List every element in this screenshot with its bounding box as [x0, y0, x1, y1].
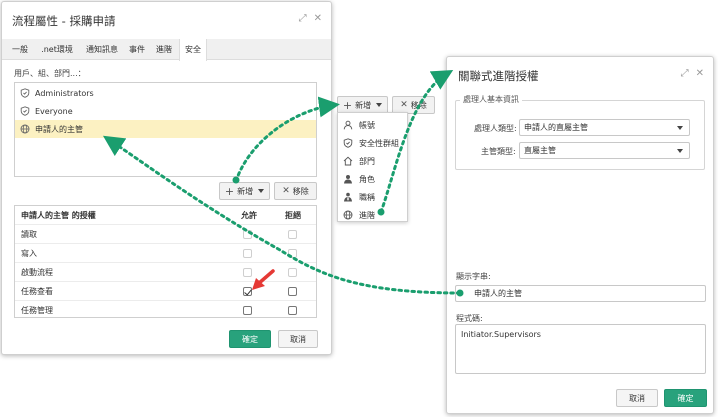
list-item[interactable]: Administrators: [15, 84, 316, 102]
globe-icon: [19, 124, 30, 135]
chevron-down-icon: [258, 189, 265, 193]
allow-checkbox[interactable]: [243, 248, 252, 258]
ok-button[interactable]: 確定: [664, 389, 707, 407]
users-label: 用戶、組、部門...：: [14, 69, 86, 78]
cancel-button[interactable]: 取消: [616, 389, 658, 407]
ok-button[interactable]: 確定: [229, 330, 271, 348]
perm-header-deny: 拒絕: [285, 210, 301, 220]
table-row: 讀取: [15, 225, 316, 244]
manager-type-label: 主管類型:: [481, 147, 516, 156]
person-icon: [343, 120, 353, 130]
add-dropdown-menu: 帳號 安全性群組 部門 角色 職稱 進階: [337, 112, 408, 222]
maximize-icon[interactable]: ⤢: [681, 69, 689, 79]
user-name: Everyone: [35, 106, 73, 116]
code-label: 程式碼:: [456, 314, 483, 323]
tab-dotnet[interactable]: .net環境: [36, 39, 78, 60]
menu-item-job-title[interactable]: 職稱: [338, 188, 407, 206]
dialog-title: 關聯式進階授權: [458, 69, 539, 83]
tab-general[interactable]: 一般: [8, 39, 32, 60]
close-icon[interactable]: ✕: [696, 69, 704, 79]
allow-checkbox[interactable]: [243, 286, 252, 296]
perm-header-allow: 允許: [241, 210, 257, 220]
maximize-icon[interactable]: ⤢: [299, 14, 307, 24]
table-row: 任務管理: [15, 301, 316, 320]
handler-type-select[interactable]: 申請人的直屬主管: [519, 119, 690, 136]
dialog-title: 流程屬性 - 採購申請: [12, 14, 116, 28]
list-item[interactable]: Everyone: [15, 102, 316, 120]
section-legend: 處理人基本資訊: [460, 94, 522, 105]
title-icon: [343, 192, 353, 202]
window-controls: ⤢ ✕: [299, 14, 322, 24]
allow-checkbox[interactable]: [243, 306, 252, 315]
menu-item-account[interactable]: 帳號: [338, 116, 407, 134]
code-textarea[interactable]: Initiator.Supervisors: [455, 324, 706, 374]
window-controls: ⤢ ✕: [681, 69, 704, 79]
globe-icon: [343, 210, 353, 220]
display-string-input[interactable]: 申請人的主管: [455, 285, 706, 302]
user-name: Administrators: [35, 88, 94, 98]
table-header: 申請人的主管 的授權 允許 拒絕: [15, 206, 316, 225]
plus-icon: +: [224, 184, 235, 198]
close-icon[interactable]: ✕: [314, 14, 322, 24]
close-icon: ✕: [282, 185, 290, 196]
tab-events[interactable]: 事件: [126, 39, 148, 60]
chevron-down-icon: [677, 126, 683, 130]
permission-table: 申請人的主管 的授權 允許 拒絕 讀取 寫入 啟動流程 任務查看 任務管理: [14, 205, 317, 318]
close-icon: ✕: [400, 99, 408, 110]
chevron-down-icon: [677, 149, 683, 153]
allow-checkbox[interactable]: [243, 267, 252, 277]
handler-type-label: 處理人類型:: [474, 124, 517, 133]
tab-bar: 一般 .net環境 通知訊息 事件 進階 安全: [2, 39, 331, 61]
tab-security[interactable]: 安全: [179, 39, 207, 61]
role-icon: [343, 174, 353, 184]
deny-checkbox[interactable]: [288, 286, 297, 296]
menu-item-department[interactable]: 部門: [338, 152, 407, 170]
user-list[interactable]: Administrators Everyone 申請人的主管: [14, 82, 317, 177]
cancel-button[interactable]: 取消: [278, 330, 318, 348]
home-icon: [343, 156, 353, 166]
chevron-down-icon: [376, 103, 383, 107]
allow-checkbox[interactable]: [243, 229, 252, 239]
perm-header-name: 申請人的主管 的授權: [21, 210, 96, 220]
manager-type-select[interactable]: 直屬主管: [519, 142, 690, 159]
menu-item-advanced[interactable]: 進階: [338, 206, 407, 224]
deny-checkbox[interactable]: [288, 267, 297, 277]
tab-notification[interactable]: 通知訊息: [82, 39, 122, 60]
shield-icon: [19, 88, 30, 99]
shield-icon: [343, 138, 353, 148]
deny-checkbox[interactable]: [288, 306, 297, 315]
remove-button[interactable]: ✕ 移除: [274, 182, 317, 200]
deny-checkbox[interactable]: [288, 229, 297, 239]
deny-checkbox[interactable]: [288, 248, 297, 258]
shield-icon: [19, 106, 30, 117]
list-item[interactable]: 申請人的主管: [15, 120, 316, 138]
table-row: 任務查看: [15, 282, 316, 301]
tab-advanced[interactable]: 進階: [152, 39, 176, 60]
menu-item-role[interactable]: 角色: [338, 170, 407, 188]
plus-icon: +: [342, 98, 353, 112]
display-string-label: 顯示字串:: [456, 272, 491, 281]
user-name: 申請人的主管: [35, 124, 83, 134]
menu-item-security-group[interactable]: 安全性群組: [338, 134, 407, 152]
add-button[interactable]: + 新增: [219, 182, 270, 200]
table-row: 寫入: [15, 244, 316, 263]
table-row: 啟動流程: [15, 263, 316, 282]
